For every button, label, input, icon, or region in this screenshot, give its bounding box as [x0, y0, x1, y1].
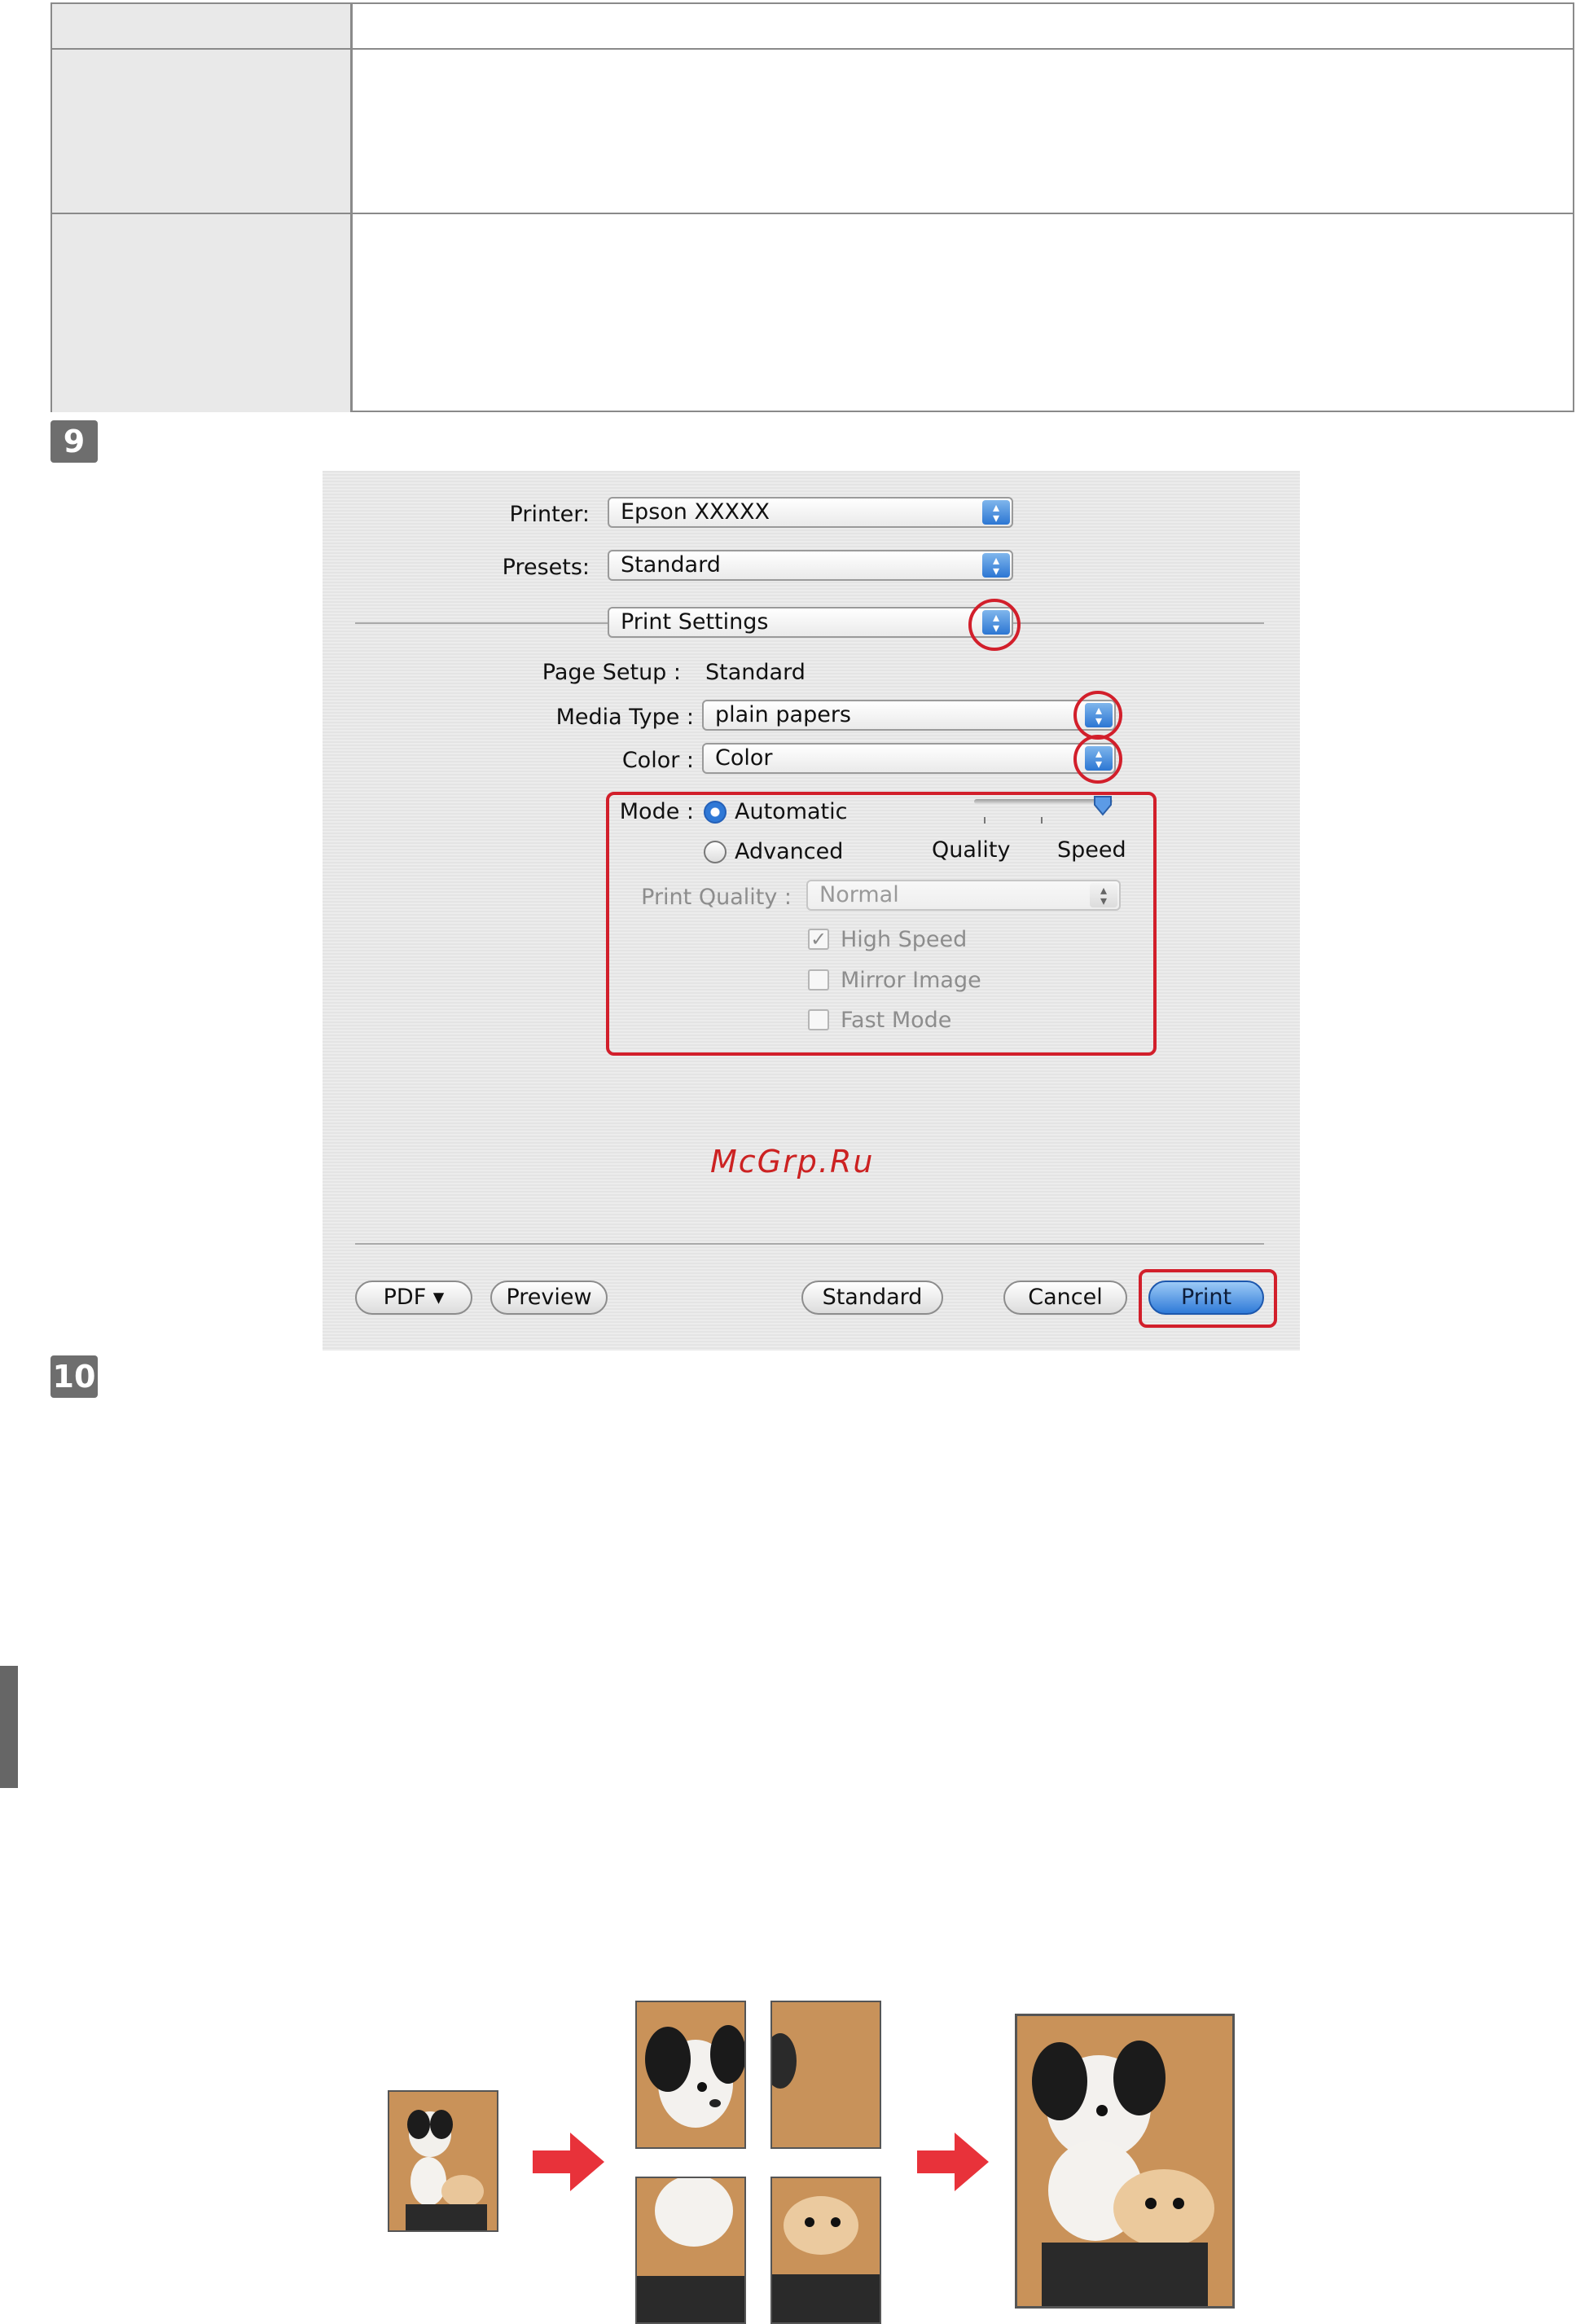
mirror-image-label: Mirror Image — [841, 968, 981, 993]
watermark: McGrp.Ru — [710, 1144, 875, 1180]
popup-arrows-icon: ▴ ▾ — [1090, 883, 1117, 907]
arrow-right-icon — [917, 2129, 990, 2198]
color-label: Color : — [621, 748, 694, 773]
popup-arrows-icon: ▴ ▾ — [982, 553, 1010, 578]
info-table — [50, 2, 1574, 412]
printer-label: Printer: — [509, 502, 590, 527]
table-cell-label — [52, 214, 353, 412]
color-popup-value: Color — [715, 745, 773, 771]
mode-advanced-label: Advanced — [735, 839, 844, 864]
panel-popup-value: Print Settings — [621, 609, 769, 635]
print-quality-popup-value: Normal — [819, 882, 899, 907]
color-popup[interactable]: Color ▴ ▾ — [702, 743, 1116, 774]
highlight-ring — [1073, 691, 1122, 740]
slider-tick — [984, 817, 986, 824]
fast-mode-checkbox[interactable] — [808, 1009, 829, 1030]
table-cell-label — [52, 4, 353, 48]
presets-popup[interactable]: Standard ▴ ▾ — [608, 550, 1013, 581]
print-quality-label: Print Quality : — [641, 885, 792, 910]
mode-automatic-label: Automatic — [735, 799, 848, 824]
presets-popup-value: Standard — [621, 552, 721, 578]
mirror-image-checkbox[interactable] — [808, 969, 829, 991]
poster-tile-bottom-left — [635, 2177, 746, 2324]
slider-thumb-icon[interactable] — [1093, 795, 1113, 816]
print-highlight-box — [1139, 1269, 1277, 1328]
slider-tick — [1041, 817, 1043, 824]
preview-button[interactable]: Preview — [490, 1281, 608, 1315]
standard-button[interactable]: Standard — [801, 1281, 943, 1315]
arrow-right-icon — [533, 2129, 606, 2198]
mode-advanced-radio[interactable] — [704, 841, 727, 863]
poster-tile-top-left — [635, 2001, 746, 2149]
poster-tile-bottom-right — [770, 2177, 881, 2324]
step-9-badge: 9 — [50, 420, 98, 463]
highlight-ring — [968, 599, 1021, 651]
presets-label: Presets: — [502, 555, 590, 580]
table-row — [52, 50, 1573, 214]
media-type-label: Media Type : — [555, 705, 694, 730]
highlight-ring — [1073, 735, 1122, 784]
printer-popup-value: Epson XXXXX — [621, 499, 770, 525]
divider — [355, 1243, 1264, 1245]
table-row — [52, 214, 1573, 412]
pdf-button[interactable]: PDF ▾ — [355, 1281, 472, 1315]
slider-speed-label: Speed — [1057, 837, 1126, 863]
assembled-poster-photo — [1015, 2014, 1235, 2309]
high-speed-label: High Speed — [841, 927, 968, 952]
print-dialog: Printer: Epson XXXXX ▴ ▾ Presets: Standar… — [323, 471, 1300, 1351]
fast-mode-label: Fast Mode — [841, 1008, 952, 1033]
original-photo-thumbnail — [388, 2090, 498, 2232]
printer-popup[interactable]: Epson XXXXX ▴ ▾ — [608, 497, 1013, 528]
cancel-button[interactable]: Cancel — [1003, 1281, 1127, 1315]
mode-automatic-radio[interactable] — [704, 801, 727, 824]
table-cell-label — [52, 50, 353, 213]
step-10-badge: 10 — [50, 1355, 98, 1398]
media-type-popup-value: plain papers — [715, 702, 851, 727]
print-quality-popup[interactable]: Normal ▴ ▾ — [806, 880, 1121, 911]
quality-speed-slider-track[interactable] — [974, 799, 1113, 804]
high-speed-checkbox[interactable]: ✓ — [808, 929, 829, 950]
panel-popup[interactable]: Print Settings ▴ ▾ — [608, 607, 1013, 638]
poster-tile-top-right — [770, 2001, 881, 2149]
page-setup-value: Standard — [705, 660, 806, 685]
popup-arrows-icon: ▴ ▾ — [982, 500, 1010, 525]
media-type-popup[interactable]: plain papers ▴ ▾ — [702, 700, 1116, 731]
slider-quality-label: Quality — [932, 837, 1011, 863]
mode-label: Mode : — [619, 799, 694, 824]
page-setup-label: Page Setup : — [542, 660, 681, 685]
table-row — [52, 4, 1573, 50]
page-edge-tab — [0, 1666, 18, 1788]
